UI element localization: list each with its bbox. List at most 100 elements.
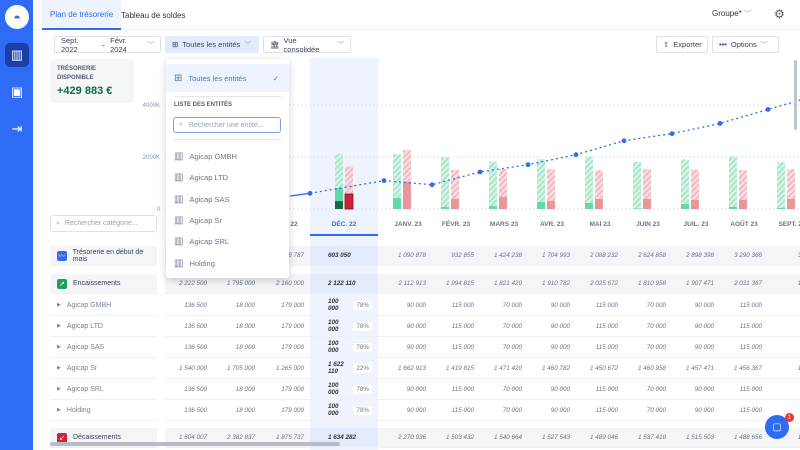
- table-cell[interactable]: 1 460 782: [528, 358, 576, 378]
- table-cell[interactable]: 90 000: [384, 295, 432, 315]
- table-cell[interactable]: 115 000: [720, 316, 768, 336]
- table-cell[interactable]: 18 000: [213, 316, 261, 336]
- table-cell[interactable]: 1 265 000: [261, 358, 310, 378]
- table-cell[interactable]: 90 000: [528, 295, 576, 315]
- expand-caret-icon[interactable]: ▶: [57, 302, 61, 308]
- table-cell[interactable]: 3 290 366: [720, 246, 768, 265]
- table-cell[interactable]: 18 000: [213, 295, 261, 315]
- dropdown-option-entity[interactable]: ▥ Agicap SAS: [174, 194, 229, 205]
- table-cell[interactable]: 7: [768, 295, 800, 315]
- table-cell[interactable]: 115 000: [720, 295, 768, 315]
- table-cell[interactable]: 1 810 958: [624, 274, 672, 293]
- table-cell[interactable]: 90 000: [672, 400, 720, 420]
- column-header[interactable]: SEPT. 23: [768, 221, 800, 228]
- category-row-label[interactable]: 〰 Trésorerie en début de mois: [50, 246, 157, 266]
- table-cell[interactable]: 90 000: [384, 337, 432, 357]
- table-cell[interactable]: 90 000: [528, 316, 576, 336]
- table-cell[interactable]: 115 000: [576, 379, 624, 399]
- expand-caret-icon[interactable]: ▶: [57, 344, 61, 350]
- table-cell[interactable]: 1 090 878: [384, 246, 432, 265]
- column-header[interactable]: AVR. 23: [528, 221, 576, 228]
- table-cell[interactable]: 1 460 958: [624, 358, 672, 378]
- column-header[interactable]: JANV. 23: [384, 221, 432, 228]
- table-cell[interactable]: 179 000: [261, 316, 310, 336]
- table-cell[interactable]: 1 537 418: [624, 428, 672, 447]
- table-cell[interactable]: 1 704 993: [528, 246, 576, 265]
- table-cell[interactable]: 90 000: [528, 400, 576, 420]
- table-cell[interactable]: 603 050: [310, 246, 378, 265]
- table-cell[interactable]: 90 000: [528, 379, 576, 399]
- table-cell[interactable]: 115 000: [432, 379, 480, 399]
- table-cell[interactable]: 1 471 420: [480, 358, 528, 378]
- table-cell[interactable]: 100 000 78%: [310, 400, 378, 420]
- table-cell[interactable]: 70 000: [480, 337, 528, 357]
- dropdown-option-all-entities[interactable]: ⊞ Toutes les entités ✓: [166, 64, 289, 92]
- entity-row-label[interactable]: ▶ Agicap SAS: [50, 337, 157, 358]
- table-cell[interactable]: 1 488 656: [720, 428, 768, 447]
- table-cell[interactable]: 136 500: [165, 400, 213, 420]
- table-cell[interactable]: 90 000: [672, 337, 720, 357]
- table-cell[interactable]: 115 000: [720, 379, 768, 399]
- table-cell[interactable]: 115 000: [720, 400, 768, 420]
- column-header[interactable]: AOÛT 23: [720, 221, 768, 228]
- table-cell[interactable]: 2 025 672: [576, 274, 624, 293]
- dropdown-option-entity[interactable]: ▥ Agicap Sr: [174, 215, 222, 226]
- dropdown-option-entity[interactable]: ▥ Agicap SRL: [174, 236, 229, 247]
- table-cell[interactable]: 1 540 000: [165, 358, 213, 378]
- table-cell[interactable]: 1 910 782: [528, 274, 576, 293]
- table-cell[interactable]: 1 622 110 22%: [310, 358, 378, 378]
- table-cell[interactable]: 1 424 238: [480, 246, 528, 265]
- table-cell[interactable]: 1 80: [768, 274, 800, 293]
- entity-row-label[interactable]: ▶ Agicap LTD: [50, 316, 157, 337]
- entity-row-label[interactable]: ▶ Agicap SRL: [50, 379, 157, 400]
- table-cell[interactable]: 100 000 78%: [310, 316, 378, 336]
- table-cell[interactable]: 18 000: [213, 400, 261, 420]
- dropdown-option-entity[interactable]: ▥ Agicap LTD: [174, 172, 228, 183]
- category-row-label[interactable]: ↗ Encaissements: [50, 274, 157, 294]
- table-cell[interactable]: 1 821 420: [480, 274, 528, 293]
- table-cell[interactable]: 70 000: [624, 316, 672, 336]
- table-cell[interactable]: 136 500: [165, 379, 213, 399]
- table-cell[interactable]: 7: [768, 379, 800, 399]
- table-cell[interactable]: 2 112 913: [384, 274, 432, 293]
- table-cell[interactable]: 90 000: [384, 379, 432, 399]
- table-cell[interactable]: 115 000: [432, 337, 480, 357]
- table-cell[interactable]: 18 000: [213, 337, 261, 357]
- expand-caret-icon[interactable]: ▶: [57, 407, 61, 413]
- category-search-input[interactable]: ⌕ Rechercher catégorie...: [50, 215, 157, 232]
- table-cell[interactable]: 179 000: [261, 295, 310, 315]
- entity-row-label[interactable]: ▶ Holding: [50, 400, 157, 421]
- vertical-scrollbar[interactable]: [794, 60, 797, 130]
- table-cell[interactable]: 1 907 471: [672, 274, 720, 293]
- dropdown-option-entity[interactable]: ▥ Holding: [174, 258, 215, 269]
- table-cell[interactable]: 932 855: [432, 246, 480, 265]
- table-cell[interactable]: 1 489 046: [576, 428, 624, 447]
- column-header[interactable]: MAI 23: [576, 221, 624, 228]
- table-cell[interactable]: 2 898 398: [672, 246, 720, 265]
- table-cell[interactable]: 115 000: [576, 316, 624, 336]
- table-cell[interactable]: 179 000: [261, 337, 310, 357]
- table-cell[interactable]: 1 450 672: [576, 358, 624, 378]
- table-cell[interactable]: 100 000 78%: [310, 337, 378, 357]
- horizontal-scrollbar[interactable]: [50, 442, 340, 446]
- table-cell[interactable]: 90 000: [384, 400, 432, 420]
- table-cell[interactable]: 1 45: [768, 358, 800, 378]
- column-header[interactable]: JUIN 23: [624, 221, 672, 228]
- table-cell[interactable]: 2 624 858: [624, 246, 672, 265]
- column-header[interactable]: JUIL. 23: [672, 221, 720, 228]
- table-cell[interactable]: 136 500: [165, 337, 213, 357]
- table-cell[interactable]: 1 540 664: [480, 428, 528, 447]
- table-cell[interactable]: 2 270 936: [384, 428, 432, 447]
- table-cell[interactable]: 7: [768, 316, 800, 336]
- table-cell[interactable]: 90 000: [672, 316, 720, 336]
- table-cell[interactable]: 179 000: [261, 379, 310, 399]
- table-cell[interactable]: 115 000: [432, 316, 480, 336]
- table-cell[interactable]: 70 000: [624, 337, 672, 357]
- table-cell[interactable]: 7: [768, 337, 800, 357]
- table-cell[interactable]: 70 000: [624, 295, 672, 315]
- table-cell[interactable]: 100 000 78%: [310, 379, 378, 399]
- table-cell[interactable]: 1 527 543: [528, 428, 576, 447]
- table-cell[interactable]: 2 031 367: [720, 274, 768, 293]
- table-cell[interactable]: 90 000: [672, 295, 720, 315]
- entity-row-label[interactable]: ▶ Agicap GMBH: [50, 295, 157, 316]
